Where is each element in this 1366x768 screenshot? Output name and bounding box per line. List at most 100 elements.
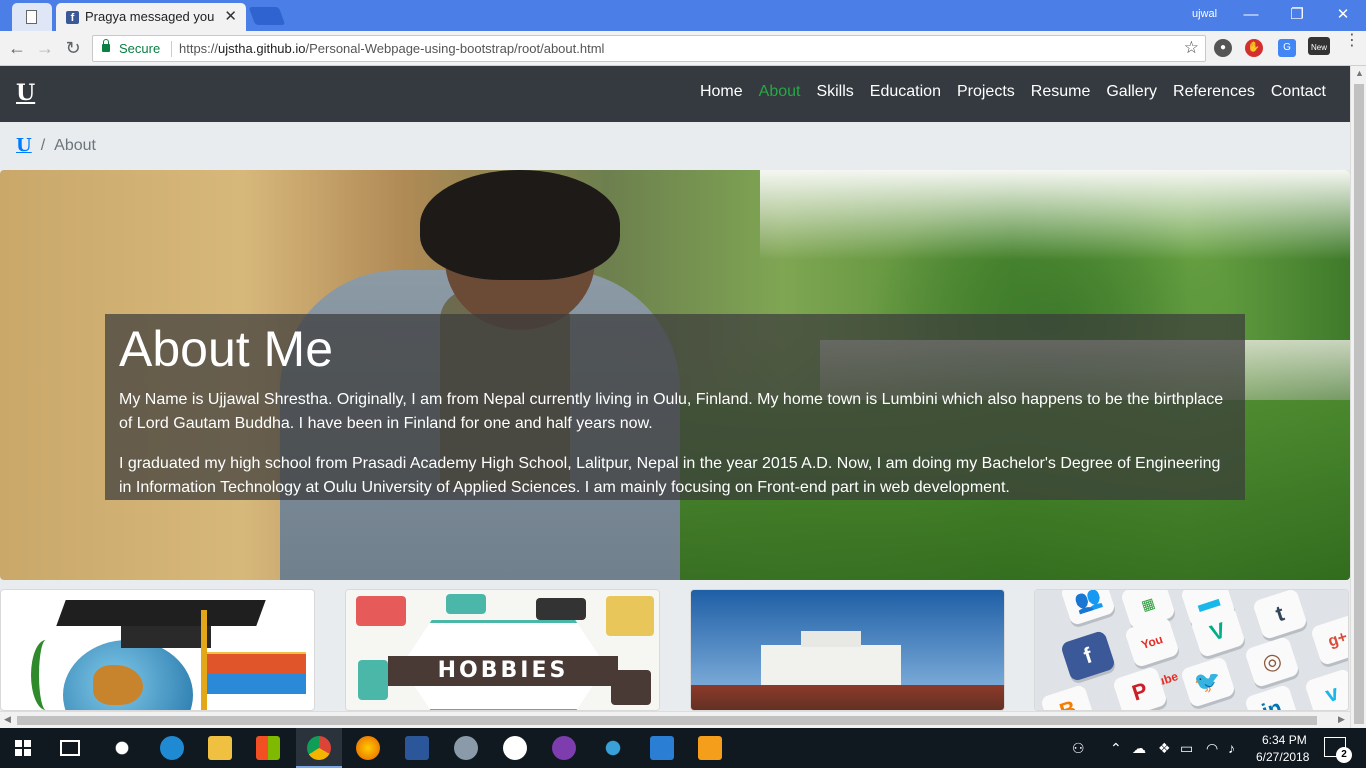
nav-skills[interactable]: Skills [816,83,853,101]
hobby-doodle-sunglasses [536,598,586,620]
close-tab-icon[interactable]: ✕ [224,7,237,25]
reload-button[interactable]: ↻ [62,37,84,59]
tassel-icon [201,610,207,710]
app-icon[interactable] [454,736,478,760]
url-path: /Personal-Webpage-using-bootstrap/root/a… [305,41,605,56]
active-tab[interactable]: f Pragya messaged you ✕ [56,3,246,31]
start-pane-2 [24,740,31,747]
windows-taskbar: ⚇ ⌃ ☁ ❖ ▭ ◠ ♪ 6:34 PM 6/27/2018 2 [0,728,1366,768]
hobby-doodle-red [356,596,406,626]
onedrive-icon[interactable]: ☁ [1132,740,1146,757]
web-page: U Home About Skills Education Projects R… [0,66,1350,711]
adblock-extension-icon[interactable]: ✋ [1245,39,1263,57]
chrome-menu-icon[interactable]: ⋮ [1344,33,1360,49]
action-center-icon[interactable]: 2 [1324,737,1352,763]
new-tab-button[interactable] [248,7,286,25]
nav-education[interactable]: Education [870,83,941,101]
blank-tab[interactable] [12,3,52,31]
new-extension-icon[interactable]: New [1308,37,1330,55]
restore-button[interactable]: ❐ [1282,4,1312,26]
people-icon[interactable]: ⚇ [1072,740,1085,757]
about-hero-image: About Me My Name is Ujjawal Shrestha. Or… [0,170,1350,580]
url-host: ujstha.github.io [218,41,306,56]
site-brand-logo[interactable]: U [16,80,35,106]
dropbox-icon[interactable]: ❖ [1158,740,1171,757]
address-bar[interactable]: Secure https://ujstha.github.io/Personal… [92,35,1206,62]
lock-icon [102,39,110,52]
url-text: https://ujstha.github.io/Personal-Webpag… [179,41,604,56]
nav-gallery[interactable]: Gallery [1106,83,1157,101]
bookmark-star-icon[interactable]: ☆ [1184,38,1199,58]
tray-chevron-icon[interactable]: ⌃ [1110,740,1122,757]
nav-home[interactable]: Home [700,83,743,101]
graduation-cap-icon [121,624,211,648]
browser-toolbar: ← → ↻ Secure https://ujstha.github.io/Pe… [0,31,1366,66]
wifi-icon[interactable]: ◠ [1206,740,1218,757]
person-hair [420,170,620,280]
minimize-button[interactable]: — [1236,4,1266,26]
horizontal-scroll-thumb[interactable] [17,716,1317,725]
browser-tab-strip: f Pragya messaged you ✕ ujwal — ❐ ✕ [0,0,1366,31]
omnibox-separator [171,41,172,57]
sublime-icon[interactable] [698,736,722,760]
scroll-right-icon[interactable]: ▶ [1338,714,1345,725]
breadcrumb: U / About [16,135,96,156]
viber-icon[interactable] [552,736,576,760]
nav-references[interactable]: References [1173,83,1255,101]
scroll-left-icon[interactable]: ◀ [4,714,11,725]
translate-extension-icon[interactable]: G [1278,39,1296,57]
chrome-icon[interactable] [307,736,331,760]
hero-sky [760,170,1350,260]
weather-icon[interactable] [110,736,134,760]
breadcrumb-current: About [54,136,96,154]
education-card[interactable] [0,589,315,711]
temple-image [761,631,901,685]
file-explorer-icon[interactable] [208,736,232,760]
about-me-box: About Me My Name is Ujjawal Shrestha. Or… [105,314,1245,500]
notification-count: 2 [1336,747,1352,763]
nav-resume[interactable]: Resume [1031,83,1091,101]
clock-time[interactable]: 6:34 PM [1262,733,1307,747]
scroll-up-icon[interactable]: ▲ [1355,68,1364,78]
volume-icon[interactable]: ♪ [1228,740,1235,756]
word-icon[interactable] [405,736,429,760]
hobbies-banner: HOBBIES [388,656,618,686]
vertical-scrollbar[interactable]: ▲ [1350,66,1366,728]
start-pane-1 [15,740,22,747]
about-heading: About Me [119,321,334,377]
back-button[interactable]: ← [6,37,28,59]
windows-start-icon[interactable] [15,740,31,756]
breadcrumb-home-link[interactable]: U [16,135,32,156]
clock-date[interactable]: 6/27/2018 [1256,750,1309,764]
edge-icon[interactable] [160,736,184,760]
hobbies-card[interactable]: HOBBIES [345,589,660,711]
hobby-doodle-yellow [606,596,654,636]
itunes-icon[interactable] [503,736,527,760]
start-pane-3 [15,749,22,756]
task-view-icon[interactable] [60,740,80,756]
battery-icon[interactable]: ▭ [1180,740,1193,757]
nav-contact[interactable]: Contact [1271,83,1326,101]
window-user-label: ujwal [1192,8,1218,20]
close-window-button[interactable]: ✕ [1328,4,1358,26]
lumbini-card[interactable] [690,589,1005,711]
vscode-icon[interactable] [650,736,674,760]
drop-icon[interactable] [601,736,625,760]
nav-links: Home About Skills Education Projects Res… [700,83,1326,101]
firefox-icon[interactable] [356,736,380,760]
store-icon[interactable] [256,736,280,760]
page-icon [26,10,37,24]
forward-button[interactable]: → [34,37,56,59]
hobby-doodle-headphones [358,660,388,700]
breadcrumb-divider: / [40,136,46,154]
nav-projects[interactable]: Projects [957,83,1015,101]
about-paragraph-1: My Name is Ujjawal Shrestha. Originally,… [119,391,1224,432]
site-navbar: U Home About Skills Education Projects R… [0,66,1350,122]
evernote-extension-icon[interactable]: ● [1214,39,1232,57]
horizontal-scrollbar[interactable]: ◀ ▶ [0,711,1350,728]
vertical-scroll-thumb[interactable] [1354,84,1364,724]
nav-about[interactable]: About [759,83,801,101]
lumbini-ground [691,685,1004,710]
social-media-card[interactable]: 👥 ▦ ▬ t You Tube V g+ f ◎ P 🐦 in v B [1034,589,1349,711]
laurel-icon [31,640,61,710]
